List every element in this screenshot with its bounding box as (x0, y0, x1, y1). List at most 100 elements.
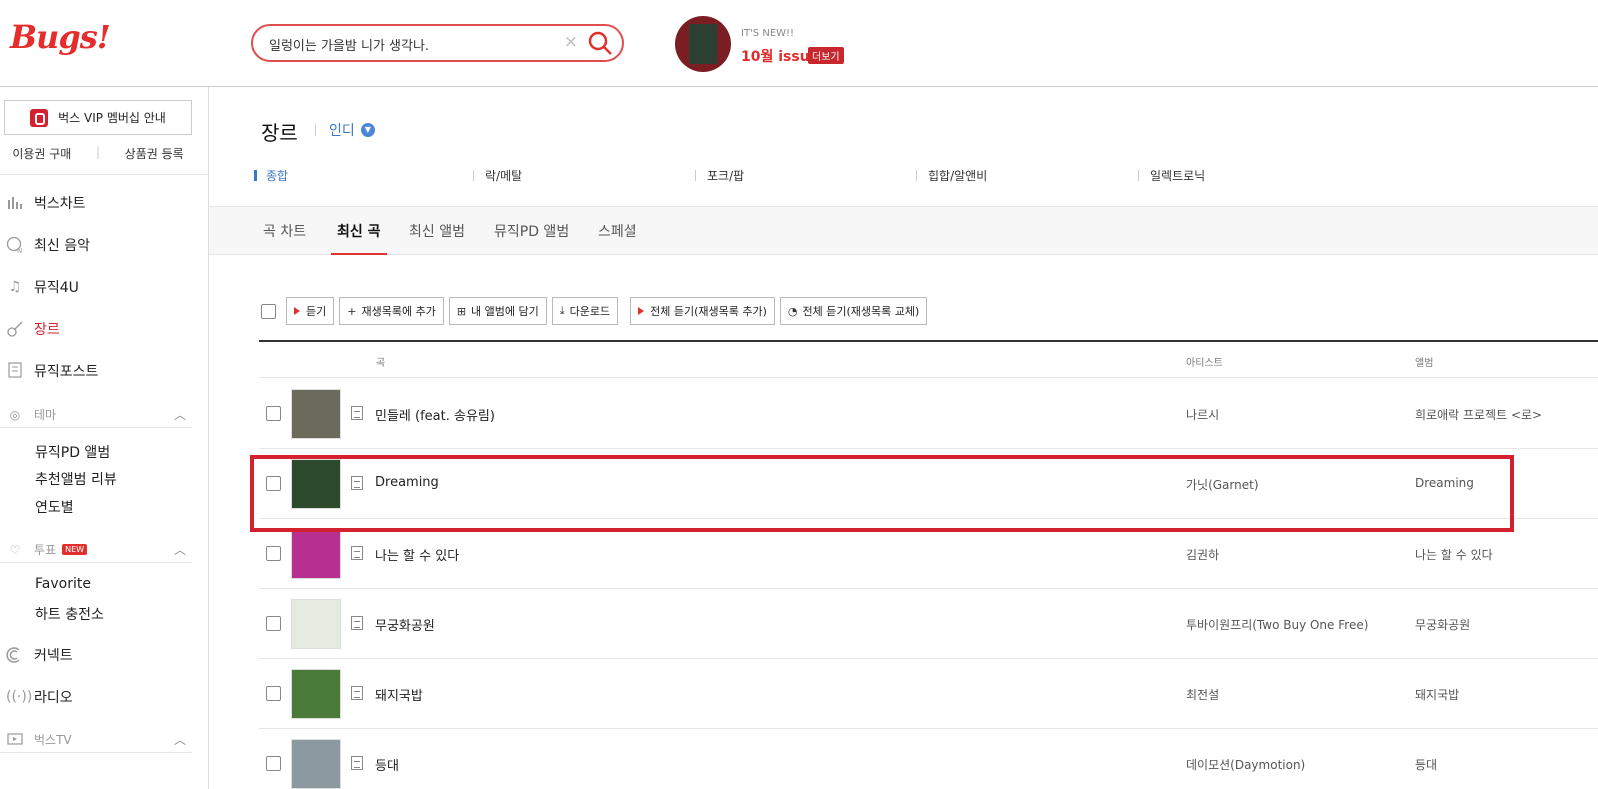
artist-name[interactable]: 가닛(Garnet) (1186, 476, 1259, 493)
download-button[interactable]: ⤓ 다운로드 (551, 297, 619, 325)
new-badge: NEW (62, 544, 88, 555)
bugs-vip-icon (30, 108, 49, 127)
table-row[interactable]: Dreaming 가닛(Garnet) Dreaming (259, 449, 1598, 519)
issue-thumbnail[interactable] (675, 16, 731, 72)
row-checkbox[interactable] (266, 546, 281, 561)
sidebar-item-bugs-chart[interactable]: 벅스차트 (0, 188, 200, 218)
genre-tab-all[interactable]: 종합 (254, 167, 288, 184)
song-title[interactable]: 무궁화공원 (375, 615, 435, 634)
sidebar-item-connect[interactable]: 커넥트 (0, 640, 200, 670)
song-title[interactable]: 민들레 (feat. 송유림) (375, 405, 495, 424)
table-row[interactable]: 나는 할 수 있다 김권하 나는 할 수 있다 (259, 519, 1598, 589)
separator: | (95, 145, 101, 159)
album-thumbnail[interactable] (291, 599, 341, 649)
chevron-up-icon[interactable]: ︿ (174, 541, 186, 558)
album-name[interactable]: 나는 할 수 있다 (1415, 546, 1493, 563)
bugs-logo[interactable]: Bugs! (10, 18, 111, 56)
sidebar-subitem-album-review[interactable]: 추천앨범 리뷰 (35, 469, 117, 489)
artist-name[interactable]: 데이모션(Daymotion) (1186, 756, 1305, 773)
tab-song-chart[interactable]: 곡 차트 (263, 221, 306, 241)
lyrics-icon[interactable] (351, 756, 363, 770)
lyrics-icon[interactable] (351, 406, 363, 420)
sub-tabs: 곡 차트 최신 곡 최신 앨범 뮤직PD 앨범 스페셜 (209, 206, 1598, 255)
column-artist: 아티스트 (1186, 358, 1223, 369)
row-checkbox[interactable] (266, 476, 281, 491)
tab-special[interactable]: 스페셜 (598, 221, 637, 241)
lyrics-icon[interactable] (351, 686, 363, 700)
lyrics-icon[interactable] (351, 546, 363, 560)
sidebar-item-label: 최신 음악 (34, 238, 90, 254)
theme-icon: ◎ (9, 407, 21, 422)
artist-name[interactable]: 투바이원프리(Two Buy One Free) (1186, 616, 1368, 633)
genre-tab-rock[interactable]: 락/메탈 (473, 167, 522, 184)
album-name[interactable]: Dreaming (1415, 476, 1474, 490)
tab-musicpd-albums[interactable]: 뮤직PD 앨범 (494, 221, 569, 241)
vip-membership-button[interactable]: 벅스 VIP 멤버십 안내 (4, 100, 192, 135)
song-title[interactable]: 돼지국밥 (375, 685, 423, 704)
sidebar-group-vote[interactable]: ♡ 투표 NEW ︿ (0, 537, 192, 563)
add-to-playlist-button[interactable]: + 재생목록에 추가 (339, 297, 444, 325)
register-voucher-link[interactable]: 상품권 등록 (125, 145, 184, 162)
lyrics-icon[interactable] (351, 616, 363, 630)
album-name[interactable]: 돼지국밥 (1415, 686, 1459, 703)
album-thumbnail[interactable] (291, 739, 341, 789)
row-checkbox[interactable] (266, 616, 281, 631)
genre-tab-electronic[interactable]: 일렉트로닉 (1138, 167, 1205, 184)
sidebar-item-music4u[interactable]: ♫ 뮤직4U (0, 272, 200, 302)
sidebar-subitem-favorite[interactable]: Favorite (35, 576, 91, 592)
active-tab-indicator (331, 253, 387, 255)
buy-pass-link[interactable]: 이용권 구매 (12, 145, 71, 162)
sidebar-item-genre[interactable]: 장르 (0, 314, 200, 344)
sidebar-group-theme[interactable]: ◎ 테마 ︿ (0, 402, 192, 428)
table-row[interactable]: 민들레 (feat. 송유림) 나르시 희로애락 프로젝트 <로> (259, 379, 1598, 449)
tab-new-songs[interactable]: 최신 곡 (337, 221, 381, 241)
table-row[interactable]: 돼지국밥 최전설 돼지국밥 (259, 659, 1598, 729)
download-label: 다운로드 (569, 305, 611, 318)
search-icon[interactable] (586, 29, 614, 57)
lyrics-icon[interactable] (351, 476, 363, 490)
sidebar-item-radio[interactable]: ((·)) 라디오 (0, 682, 200, 712)
play-button[interactable]: 듣기 (286, 297, 335, 325)
sidebar-subitem-heart-charge[interactable]: 하트 충전소 (35, 604, 104, 624)
sidebar-subitem-by-year[interactable]: 연도별 (35, 497, 74, 517)
sidebar-group-bugs-tv[interactable]: 벅스TV ︿ (0, 727, 192, 753)
album-name[interactable]: 무궁화공원 (1415, 616, 1470, 633)
chevron-up-icon[interactable]: ︿ (174, 406, 186, 423)
artist-name[interactable]: 나르시 (1186, 406, 1219, 423)
album-thumbnail[interactable] (291, 669, 341, 719)
genre-dropdown[interactable]: 인디 ▼ (329, 120, 375, 140)
search-box[interactable]: 일렁이는 가을밤 니가 생각나. × (251, 24, 624, 62)
play-all-add-button[interactable]: 전체 듣기(재생목록 추가) (630, 297, 775, 325)
song-title[interactable]: Dreaming (375, 475, 439, 490)
issue-more-button[interactable]: 더보기 (808, 47, 844, 64)
sidebar-item-new-music[interactable]: N 최신 음악 (0, 230, 200, 260)
chevron-down-icon: ▼ (360, 123, 375, 137)
genre-tab-hiphop-rnb[interactable]: 힙합/알앤비 (916, 167, 987, 184)
clear-icon[interactable]: × (564, 32, 578, 52)
play-all-replace-button[interactable]: ◔ 전체 듣기(재생목록 교체) (779, 297, 928, 325)
album-name[interactable]: 등대 (1415, 756, 1437, 773)
sidebar-item-label: 뮤직포스트 (34, 364, 99, 380)
album-name[interactable]: 희로애락 프로젝트 <로> (1415, 406, 1542, 423)
album-thumbnail[interactable] (291, 459, 341, 509)
row-checkbox[interactable] (266, 406, 281, 421)
sidebar-subitem-musicpd-album[interactable]: 뮤직PD 앨범 (35, 442, 110, 462)
row-checkbox[interactable] (266, 686, 281, 701)
genre-tab-folk-pop[interactable]: 포크/팝 (695, 167, 744, 184)
artist-name[interactable]: 최전설 (1186, 686, 1219, 703)
album-thumbnail[interactable] (291, 529, 341, 579)
chevron-up-icon[interactable]: ︿ (174, 731, 186, 748)
album-thumbnail[interactable] (291, 389, 341, 439)
table-row[interactable]: 무궁화공원 투바이원프리(Two Buy One Free) 무궁화공원 (259, 589, 1598, 659)
sidebar-item-label: 벅스차트 (34, 196, 86, 212)
search-input[interactable]: 일렁이는 가을밤 니가 생각나. (269, 35, 429, 54)
add-to-album-button[interactable]: ⊞ 내 앨범에 담기 (448, 297, 547, 325)
sidebar-item-music-post[interactable]: 뮤직포스트 (0, 356, 200, 386)
song-title[interactable]: 나는 할 수 있다 (375, 545, 459, 564)
table-row[interactable]: 등대 데이모션(Daymotion) 등대 (259, 729, 1598, 789)
artist-name[interactable]: 김권하 (1186, 546, 1219, 563)
tab-new-albums[interactable]: 최신 앨범 (409, 221, 465, 241)
song-title[interactable]: 등대 (375, 755, 399, 774)
select-all-checkbox[interactable] (261, 303, 276, 319)
row-checkbox[interactable] (266, 756, 281, 771)
